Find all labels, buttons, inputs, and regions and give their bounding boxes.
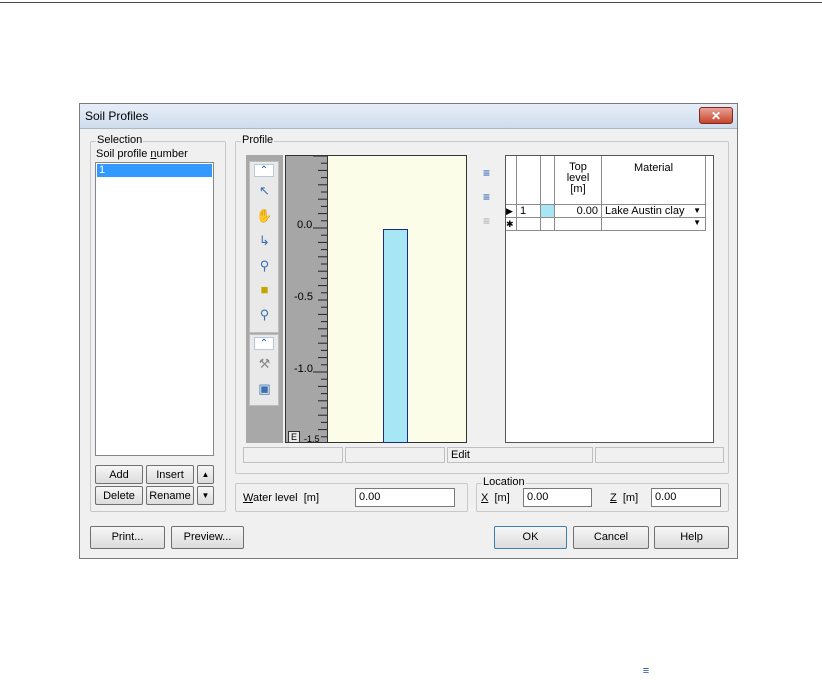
cancel-button[interactable]: Cancel xyxy=(573,526,649,549)
ruler-icon[interactable]: ■ xyxy=(255,280,274,299)
ruler-axis-mark: E xyxy=(288,431,301,443)
new-row-top-level[interactable] xyxy=(555,218,602,231)
close-button[interactable]: ✕ xyxy=(699,107,733,124)
collapse-icon[interactable]: ⌃ xyxy=(254,164,274,177)
add-row-icon: ≡ xyxy=(642,665,650,677)
location-z-label: Z [m] xyxy=(610,492,639,504)
row-indicator-header xyxy=(506,156,517,205)
table-row-top-level[interactable]: 0.00 xyxy=(555,205,602,218)
close-icon: ✕ xyxy=(710,109,722,123)
top-divider-line xyxy=(0,2,822,3)
profile-group-label: Profile xyxy=(241,134,275,146)
top-level-header-line3: [m] xyxy=(570,183,586,195)
new-row-color[interactable] xyxy=(541,218,555,231)
pan-hand-icon[interactable]: ✋ xyxy=(255,206,274,225)
dialog-title: Soil Profiles xyxy=(85,109,149,123)
zoom-window-icon[interactable]: ⚲ xyxy=(255,305,274,324)
insert-row-icon[interactable]: ≡ xyxy=(477,164,496,183)
down-arrow-icon: ▼ xyxy=(201,491,210,500)
new-row-material[interactable]: ▼ xyxy=(602,218,706,231)
soil-profile-list[interactable]: 1 xyxy=(95,162,214,456)
layers-table: Top level [m] Material ▶ 1 0.00 Lake Aus… xyxy=(505,155,714,443)
table-row-material[interactable]: Lake Austin clay ▼ xyxy=(602,205,706,218)
status-cell-mid xyxy=(345,447,445,463)
current-row-marker: ▶ xyxy=(506,205,517,218)
ruler-tick-label: 0.0 xyxy=(297,219,313,231)
dropdown-arrow-icon[interactable]: ▼ xyxy=(693,218,701,227)
location-z-input[interactable]: 0.00 xyxy=(651,488,721,507)
water-level-label: Water level [m] xyxy=(243,492,320,504)
up-arrow-icon: ▲ xyxy=(201,470,210,479)
delete-row-icon[interactable]: ≡ xyxy=(477,212,496,231)
tool-group-edit: ⌃ ⚒ ▣ xyxy=(249,334,279,406)
preview-button[interactable]: Preview... xyxy=(171,526,244,549)
status-cell-right xyxy=(595,447,724,463)
location-x-input[interactable]: 0.00 xyxy=(523,488,592,507)
soil-profile-number-label: Soil profile number xyxy=(96,148,188,160)
ruler-tick-label: -0.5 xyxy=(294,291,313,303)
delete-button[interactable]: Delete xyxy=(95,486,143,505)
water-level-input[interactable]: 0.00 xyxy=(355,488,455,507)
table-row-number: 1 xyxy=(517,205,541,218)
table-row-color[interactable] xyxy=(541,205,555,218)
list-item[interactable]: 1 xyxy=(97,164,212,177)
profile-status-bar: Edit xyxy=(243,447,725,464)
material-value: Lake Austin clay xyxy=(605,205,685,217)
add-row-icon[interactable]: ≡ xyxy=(477,188,496,207)
insert-button[interactable]: Insert xyxy=(146,465,194,484)
help-button[interactable]: Help xyxy=(654,526,729,549)
zoom-in-icon[interactable]: ⚲ xyxy=(255,256,274,275)
location-x-label: X [m] xyxy=(481,492,510,504)
location-group-label: Location xyxy=(482,476,526,488)
print-button[interactable]: Print... xyxy=(90,526,165,549)
new-row-marker: ✱ xyxy=(506,218,517,231)
profile-toolbar: ⌃ ↖ ✋ ↳ ⚲ ■ ⚲ ⌃ ⚒ ▣ xyxy=(246,155,283,443)
title-bar: Soil Profiles ✕ xyxy=(80,104,737,129)
wrench-icon[interactable]: ⚒ xyxy=(255,354,274,373)
depth-ruler: 0.0 -0.5 -1.0 E -1.5 xyxy=(285,155,328,444)
move-up-button[interactable]: ▲ xyxy=(197,465,214,484)
collapse-icon[interactable]: ⌃ xyxy=(254,337,274,350)
material-header: Material xyxy=(602,156,706,205)
move-down-button[interactable]: ▼ xyxy=(197,486,214,505)
ruler-tick-label: -1.5 xyxy=(304,434,320,444)
status-cell-mode: Edit xyxy=(447,447,593,463)
top-level-header: Top level [m] xyxy=(555,156,602,205)
status-cell-left xyxy=(243,447,343,463)
rename-button[interactable]: Rename xyxy=(146,486,194,505)
tool-group-view: ⌃ ↖ ✋ ↳ ⚲ ■ ⚲ xyxy=(249,161,279,333)
pointer-icon[interactable]: ↖ xyxy=(255,181,274,200)
ruler-tick-label: -1.0 xyxy=(294,363,313,375)
selection-group-label: Selection xyxy=(96,134,144,146)
new-row-number[interactable] xyxy=(517,218,541,231)
soil-layer-bar[interactable] xyxy=(383,229,408,443)
properties-icon[interactable]: ▣ xyxy=(255,379,274,398)
add-button[interactable]: Add xyxy=(95,465,143,484)
ok-button[interactable]: OK xyxy=(494,526,567,549)
row-number-header xyxy=(517,156,541,205)
dropdown-arrow-icon[interactable]: ▼ xyxy=(693,205,701,217)
color-header xyxy=(541,156,555,205)
link-nodes-icon[interactable]: ↳ xyxy=(255,231,274,250)
